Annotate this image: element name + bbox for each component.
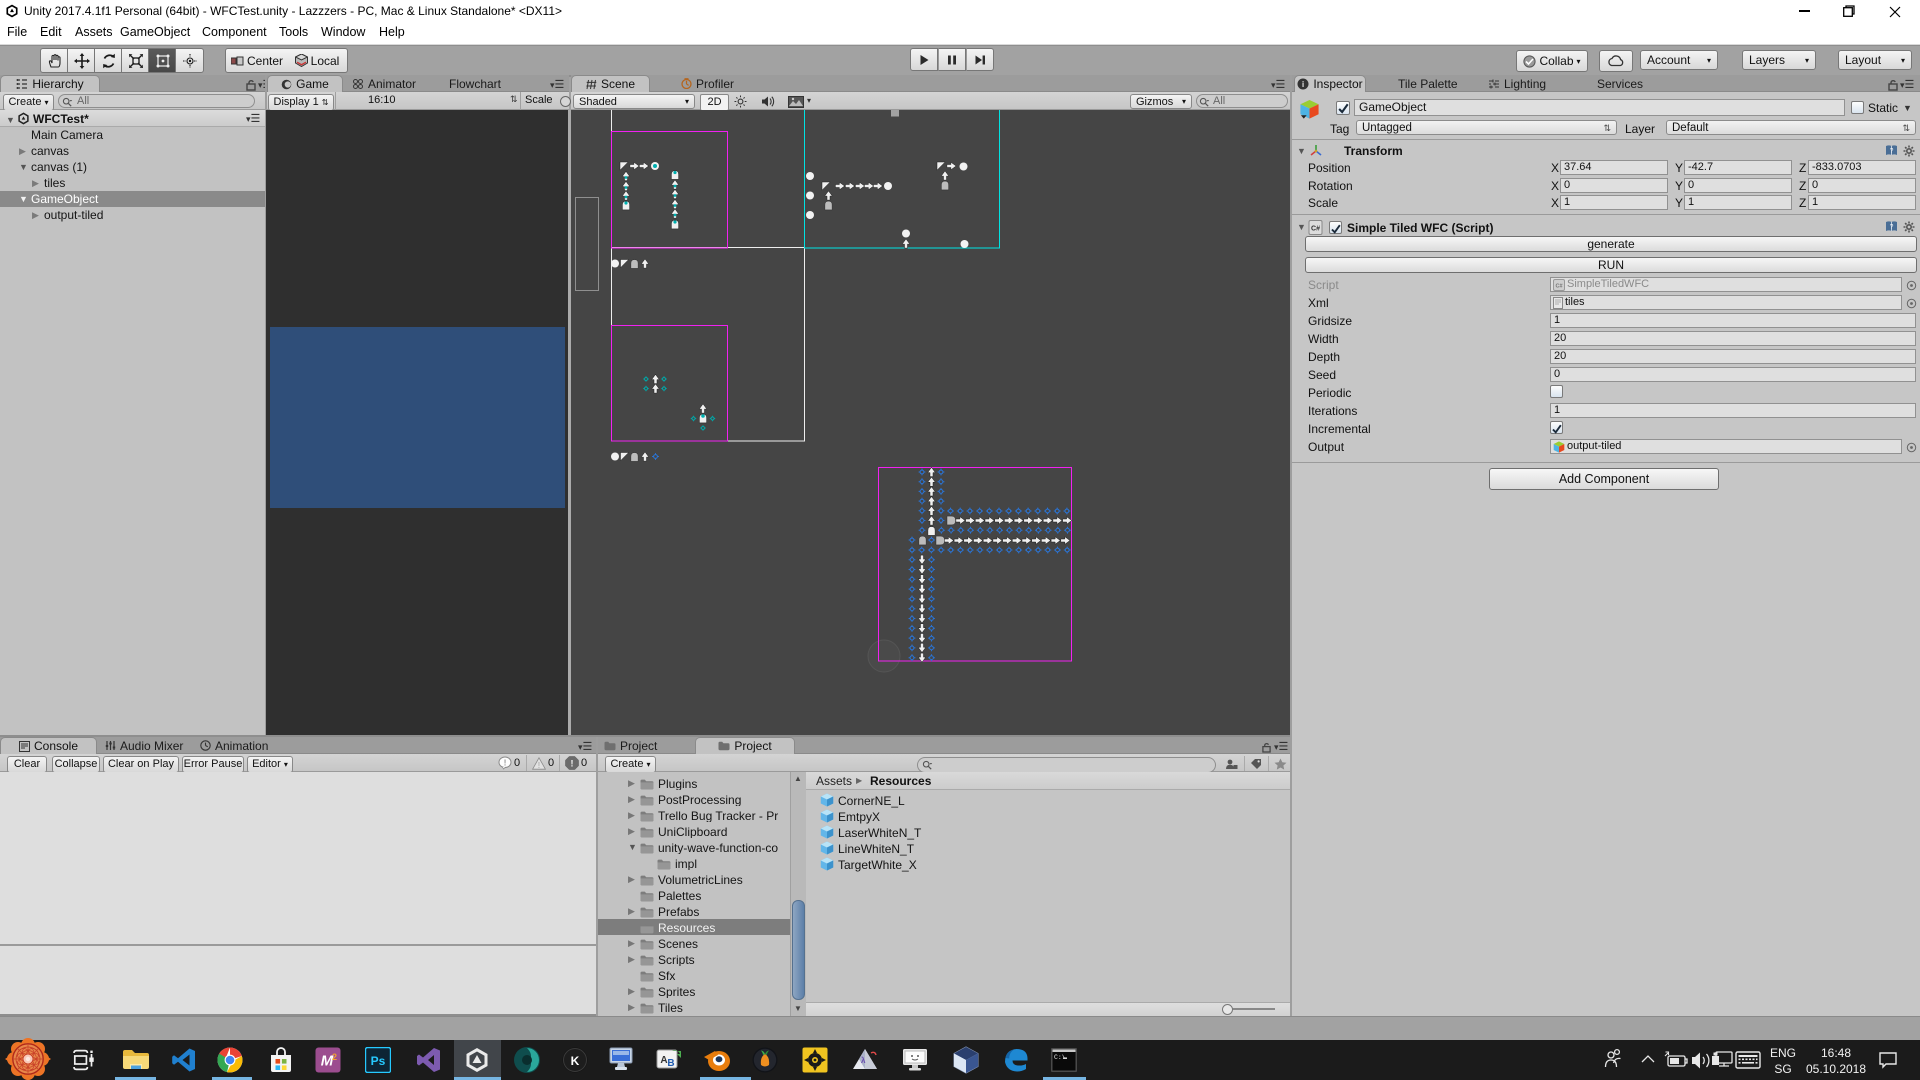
svg-text:Ps: Ps [371,1054,386,1068]
svg-text:λ: λ [861,1056,866,1065]
svg-text:2: 2 [332,1052,337,1062]
svg-text:!: ! [538,760,541,769]
svg-text:i: i [1302,79,1304,89]
svg-text:!: ! [570,758,573,768]
svg-text:!: ! [504,757,507,767]
svg-text:C#: C# [1311,226,1320,233]
svg-text:C#: C# [1555,283,1562,289]
svg-text:?: ? [1890,148,1894,155]
svg-text:K: K [571,1054,580,1068]
svg-text:B: B [667,1058,674,1069]
svg-text:?: ? [1890,224,1894,231]
